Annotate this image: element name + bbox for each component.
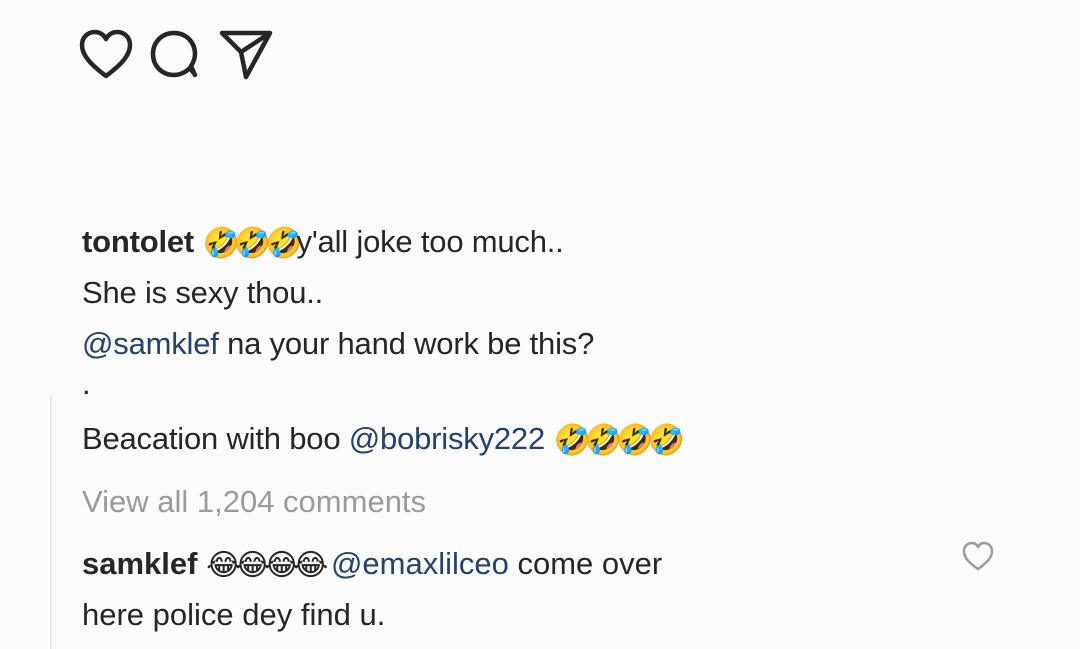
divider <box>50 396 52 649</box>
post-caption: tontolet 🤣🤣🤣y'all joke too much.. She is… <box>82 216 982 464</box>
like-button[interactable] <box>78 22 148 86</box>
heart-outline-icon <box>962 541 994 571</box>
mention-link-bobrisky222[interactable]: @bobrisky222 <box>349 421 545 456</box>
mention-link-emaxlilceo[interactable]: @emaxlilceo <box>331 546 509 581</box>
caption-text-5: Beacation with boo <box>82 421 349 456</box>
paper-plane-icon <box>219 30 273 80</box>
caption-text-2: She is sexy thou.. <box>82 275 324 310</box>
comment-like-button[interactable] <box>961 540 995 574</box>
caption-line-3: @samklef na your hand work be this? <box>82 318 982 369</box>
instagram-post-footer: tontolet 🤣🤣🤣y'all joke too much.. She is… <box>0 0 1080 649</box>
comment-bubble-icon <box>150 30 198 78</box>
tears-of-joy-emoji-group: 😂😂😂😂 <box>206 548 328 583</box>
caption-line-5: Beacation with boo @bobrisky222 🤣🤣🤣🤣 <box>82 413 982 464</box>
comment-line-2: here police dey find u. <box>82 589 902 640</box>
comment-username[interactable]: samklef <box>82 546 197 581</box>
view-all-comments-link[interactable]: View all 1,204 comments <box>82 484 426 520</box>
caption-line-1: tontolet 🤣🤣🤣y'all joke too much.. <box>82 216 982 267</box>
heart-icon <box>79 29 133 79</box>
caption-dot: . <box>82 366 91 401</box>
share-button[interactable] <box>218 22 288 86</box>
comment-text-1: come over <box>508 546 663 581</box>
post-action-bar <box>78 22 288 86</box>
comment-line-1: samklef 😂😂😂😂 @emaxlilceo come over <box>82 538 902 589</box>
comment-button[interactable] <box>148 22 218 86</box>
comment-item: samklef 😂😂😂😂 @emaxlilceo come over here … <box>82 538 902 640</box>
rolling-laughing-emoji-group: 🤣🤣🤣 <box>202 226 302 261</box>
comment-text-2: here police dey find u. <box>82 597 386 632</box>
caption-text-3: na your hand work be this? <box>218 326 595 361</box>
caption-username[interactable]: tontolet <box>82 224 194 259</box>
mention-link-samklef[interactable]: @samklef <box>82 326 219 361</box>
rolling-laughing-emoji-group-2: 🤣🤣🤣🤣 <box>553 423 684 458</box>
caption-text-1: y'all joke too much.. <box>296 224 564 259</box>
caption-line-2: She is sexy thou.. <box>82 267 982 318</box>
